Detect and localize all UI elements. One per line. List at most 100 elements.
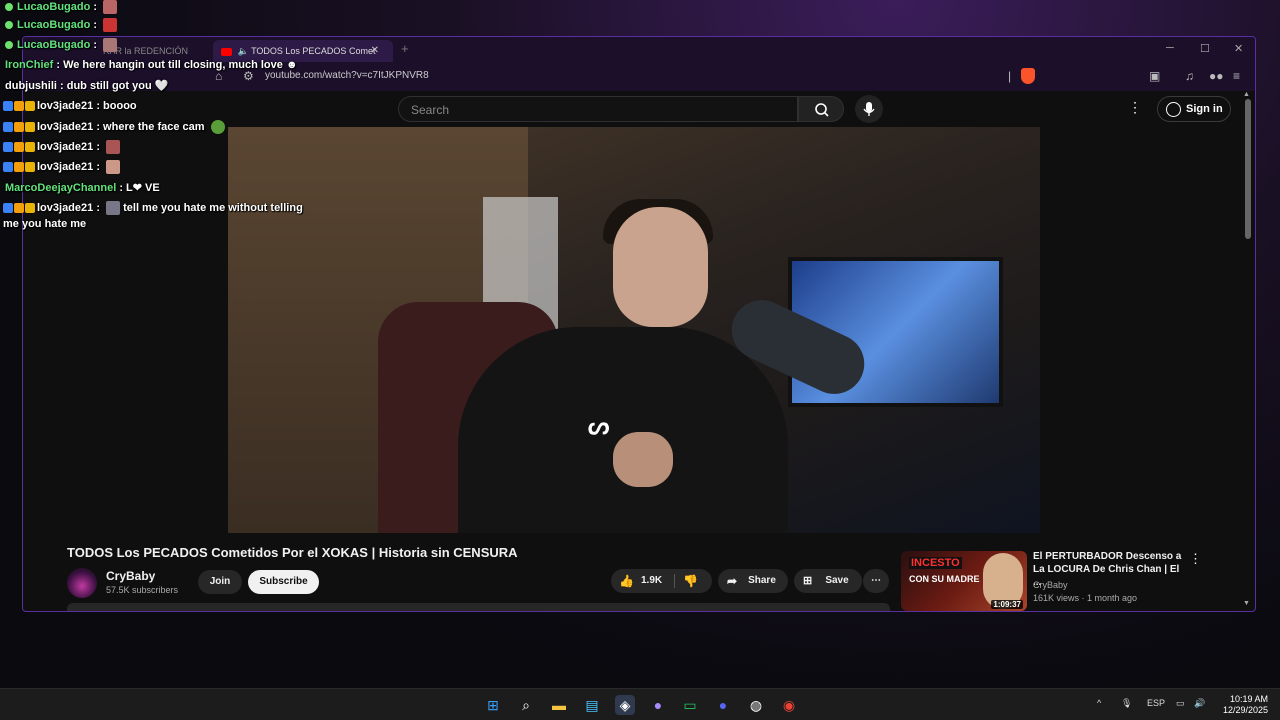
sidebar-icon[interactable]: ▣: [1149, 69, 1160, 83]
like-dislike-bar[interactable]: 👍 1.9K 👎: [611, 569, 712, 593]
channel-avatar[interactable]: [67, 568, 97, 598]
chat-message: MarcoDeejayChannel : L❤ VE: [5, 182, 160, 194]
like-icon[interactable]: 👍: [619, 569, 634, 593]
subscriber-count: 57.5K subscribers: [106, 585, 179, 595]
voice-search-button[interactable]: [855, 95, 883, 123]
url-field[interactable]: youtube.com/watch?v=c7ItJKPNVR8: [265, 70, 429, 81]
terminal-icon[interactable]: ▭: [680, 695, 700, 715]
emote-icon: [106, 140, 121, 154]
search-icon: [815, 103, 829, 117]
more-actions-button[interactable]: ⋯: [863, 569, 889, 593]
dislike-icon[interactable]: 👎: [683, 569, 698, 593]
badges-icon: [3, 162, 37, 172]
search-icon[interactable]: ⌕: [516, 695, 536, 715]
related-more-icon[interactable]: ⋮: [1189, 551, 1202, 567]
join-button[interactable]: Join: [198, 570, 242, 594]
discord-icon[interactable]: ●: [713, 695, 733, 715]
emote-icon: [103, 38, 118, 52]
video-duration: 1:09:37: [991, 600, 1023, 609]
thumb-text-1: INCESTO: [909, 557, 962, 569]
scroll-down-icon[interactable]: ▼: [1243, 600, 1250, 607]
new-tab-button[interactable]: +: [401, 41, 409, 56]
emote-icon: [103, 0, 118, 14]
chat-message: lov3jade21 : boooo: [3, 100, 137, 112]
maximize-icon[interactable]: ☐: [1200, 42, 1210, 55]
emote-icon: [106, 201, 121, 215]
like-separator: [674, 574, 675, 588]
chat-message: dubjushili : dub still got you 🤍: [5, 80, 169, 92]
tray-chevron-icon[interactable]: ^: [1097, 698, 1101, 708]
volume-icon[interactable]: 🔊: [1194, 698, 1205, 709]
scrollbar-thumb[interactable]: [1245, 99, 1251, 239]
save-label: Save: [825, 575, 849, 586]
app-icon[interactable]: ◈: [615, 695, 635, 715]
tab-title: TODOS Los PECADOS Comet: [251, 46, 376, 56]
emote-icon: [103, 18, 118, 32]
obs-icon[interactable]: ◍: [746, 695, 766, 715]
save-button[interactable]: ⊞ Save: [794, 569, 862, 593]
tab-inactive[interactable]: RAR la REDENCIÓN: [103, 41, 213, 61]
share-label: Share: [748, 575, 776, 586]
tab-close-icon[interactable]: ✕: [371, 40, 379, 62]
heart-icon: 🤍: [154, 80, 169, 92]
thumb-text-2: CON SU MADRE: [909, 574, 980, 584]
chat-message: IronChief : We here hangin out till clos…: [5, 59, 298, 71]
scroll-up-icon[interactable]: ▲: [1243, 91, 1250, 98]
badges-icon: [3, 122, 37, 132]
share-button[interactable]: ➦ Share: [718, 569, 788, 593]
video-frame-person: [458, 327, 788, 533]
bookmark-icon[interactable]: ⌂: [215, 69, 222, 83]
music-icon[interactable]: ♫: [1185, 69, 1194, 83]
brave-shield-icon[interactable]: [1021, 68, 1035, 84]
network-icon[interactable]: ▭: [1176, 698, 1185, 709]
menu-icon[interactable]: ≡: [1233, 69, 1240, 83]
channel-name[interactable]: CryBaby: [106, 569, 155, 583]
chrome-icon[interactable]: ◉: [779, 695, 799, 715]
badges-icon: [3, 203, 37, 213]
language-indicator[interactable]: ESP: [1147, 698, 1165, 708]
close-window-icon[interactable]: ✕: [1234, 42, 1243, 55]
sign-in-button[interactable]: Sign in: [1157, 96, 1231, 122]
chat-message: lov3jade21 :: [3, 140, 121, 154]
clock[interactable]: 10:19 AM 12/29/2025: [1212, 694, 1268, 716]
discord-canary-icon[interactable]: ●: [648, 695, 668, 715]
chat-message: me you hate me: [3, 218, 87, 230]
windows-start-icon[interactable]: ⊞: [483, 695, 503, 715]
related-video-meta: 161K views · 1 month ago: [1033, 593, 1138, 603]
emote-icon: ☻: [285, 59, 298, 71]
tray-mic-icon[interactable]: 🎙: [1121, 698, 1132, 709]
chat-message: LucaoBugado :: [5, 38, 118, 52]
search-input[interactable]: Search: [398, 96, 798, 122]
video-frame-hand: [613, 432, 673, 487]
youtube-favicon-icon: [221, 47, 232, 56]
clock-time: 10:19 AM: [1229, 694, 1268, 704]
related-video-channel[interactable]: CryBaby: [1033, 580, 1068, 590]
video-player[interactable]: ᔕ: [228, 127, 1040, 533]
settings-dots-icon[interactable]: ⋮: [1128, 99, 1142, 116]
like-count: 1.9K: [641, 575, 663, 586]
account-icon: [1166, 102, 1181, 117]
status-dot-icon: [5, 41, 13, 49]
chat-message: lov3jade21 :: [3, 160, 121, 174]
status-dot-icon: [5, 21, 13, 29]
emote-icon: [106, 160, 121, 174]
search-button[interactable]: [798, 96, 844, 122]
sign-in-label: Sign in: [1186, 103, 1223, 115]
chat-message: lov3jade21 : tell me you hate me without…: [3, 201, 303, 215]
taskbar: ⊞ ⌕ ▬ ▤ ◈ ● ▭ ● ◍ ◉ ^ 🎙 ESP ▭ 🔊 10:19 AM…: [0, 688, 1280, 720]
chat-message: lov3jade21 : where the face cam: [3, 120, 225, 134]
subscribe-button[interactable]: Subscribe: [248, 570, 319, 594]
share-icon: ➦: [727, 574, 738, 588]
file-explorer-icon[interactable]: ▬: [549, 695, 569, 715]
related-video-thumbnail[interactable]: INCESTO CON SU MADRE 1:09:37: [901, 551, 1027, 611]
minimize-icon[interactable]: ─: [1166, 42, 1174, 54]
badges-icon: [3, 142, 37, 152]
status-dot-icon: [5, 3, 13, 11]
extension-icon[interactable]: ●●: [1209, 69, 1224, 83]
store-icon[interactable]: ▤: [582, 695, 602, 715]
mic-icon: [863, 102, 875, 116]
clock-date: 12/29/2025: [1222, 705, 1268, 715]
description-box[interactable]: [67, 603, 890, 611]
site-info-icon[interactable]: ⚙: [243, 69, 254, 83]
save-icon: ⊞: [803, 575, 813, 587]
